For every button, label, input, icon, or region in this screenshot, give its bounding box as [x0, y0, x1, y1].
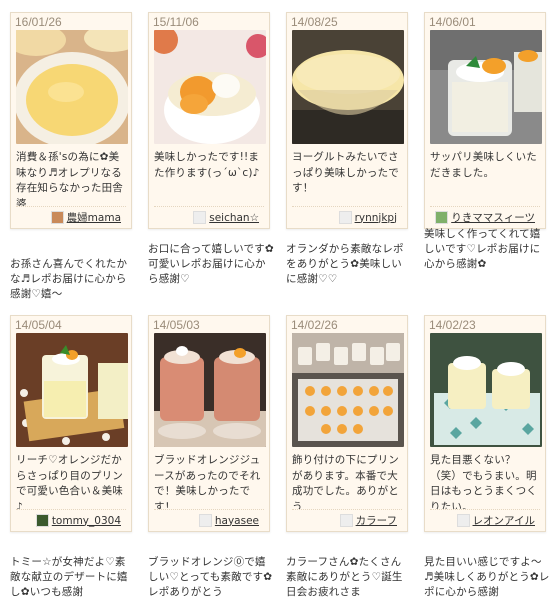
report-card[interactable]: 14/08/25 ヨーグルトみたいでさっぱり美味しかったです！ rynnjkpj [286, 12, 408, 229]
author-reply: ブラッドオレンジ⓪で嬉しい♡とっても素敵です✿レポありがとう [148, 556, 273, 598]
report-date: 14/02/26 [291, 318, 338, 332]
report-card[interactable]: 15/11/06 美味しかったです!!また作ります(っ´ω`c)♪ seicha… [148, 12, 270, 229]
author-link[interactable]: りきママスィーツ [451, 210, 535, 225]
author-reply: カラーフさん✿たくさん素敵にありがとう♡誕生日会お疲れさま [286, 556, 403, 598]
avatar [50, 211, 64, 224]
report-photo[interactable] [430, 333, 542, 447]
report-author[interactable]: カラーフ [292, 509, 402, 531]
avatar [193, 211, 207, 224]
author-link[interactable]: カラーフ [356, 513, 397, 528]
avatar [339, 514, 353, 527]
avatar [338, 211, 352, 224]
avatar [198, 514, 212, 527]
report-date: 14/05/04 [15, 318, 62, 332]
report-photo[interactable] [154, 333, 266, 447]
author-reply: 見た目いい感じですよ～♬美味しくありがとう✿レポに心から感謝 [424, 556, 550, 598]
author-reply: 美味しく作ってくれて嬉しいです♡レポお届けに心から感謝✿ [424, 228, 541, 270]
author-reply: オランダから素敵なレポをありがとう✿美味しいに感謝♡♡ [286, 243, 404, 285]
report-date: 14/06/01 [429, 15, 476, 29]
report-date: 14/08/25 [291, 15, 338, 29]
avatar [435, 211, 449, 224]
report-caption: サッパリ美味しくいただきました。 [430, 151, 537, 179]
report-author[interactable]: hayasee [154, 509, 264, 531]
report-author[interactable]: tommy_0304 [16, 509, 126, 531]
report-photo[interactable] [16, 30, 128, 144]
author-reply: お口に合って嬉しいです✿可愛いレポお届けに心から感謝♡ [148, 243, 274, 285]
report-author[interactable]: レオンアイル [430, 509, 540, 531]
report-date: 14/02/23 [429, 318, 476, 332]
author-link[interactable]: tommy_0304 [52, 515, 121, 527]
avatar [35, 514, 49, 527]
report-caption: ヨーグルトみたいでさっぱり美味しかったです！ [292, 151, 399, 194]
report-card[interactable]: 14/05/04 リーチ♡オレンジだからさっぱり目のプリンで可愛い色合い＆美味♪… [10, 315, 132, 532]
report-caption: 美味しかったです!!また作ります(っ´ω`c)♪ [154, 151, 260, 179]
author-link[interactable]: seichan☆ [209, 212, 259, 224]
report-date: 14/05/03 [153, 318, 200, 332]
author-link[interactable]: rynnjkpj [355, 212, 397, 224]
report-author[interactable]: りきママスィーツ [430, 206, 540, 228]
report-photo[interactable] [292, 333, 404, 447]
report-caption: 飾り付けの下にプリンがあります。本番で大成功でした。ありがとう [292, 454, 399, 509]
report-card[interactable]: 14/05/03 ブラッドオレンジジュースがあったのでそれで！美味しかったです！… [148, 315, 270, 532]
report-caption: ブラッドオレンジジュースがあったのでそれで！美味しかったです！ [154, 454, 261, 509]
author-reply: トミー☆が女神だよ♡素敵な献立のデザートに嬉し✿いつも感謝 [10, 556, 128, 598]
report-photo[interactable] [16, 333, 128, 447]
author-link[interactable]: hayasee [215, 515, 259, 527]
report-author[interactable]: rynnjkpj [292, 206, 402, 228]
report-card[interactable]: 14/02/26 飾り付けの下にプリンがあります。本番で大成功でした。ありがとう… [286, 315, 408, 532]
report-photo[interactable] [430, 30, 542, 144]
report-date: 16/01/26 [15, 15, 62, 29]
report-card[interactable]: 14/02/23 見た目悪くない？（笑）でもうまい。明日はもっとうまくつくりたい… [424, 315, 546, 532]
author-link[interactable]: 農婦mama [67, 210, 121, 225]
report-card[interactable]: 16/01/26 消費＆孫'sの為に✿美味なり♬オレプリなる存在知らなかった田舎… [10, 12, 132, 229]
author-reply: お孫さん喜んでくれたかな♬レポお届けに心から感謝♡嬉～ [10, 258, 128, 300]
report-caption: 消費＆孫'sの為に✿美味なり♬オレプリなる存在知らなかった田舎婆 [16, 151, 123, 206]
report-card[interactable]: 14/06/01 サッパリ美味しくいただきました。 りきママスィーツ [424, 12, 546, 229]
report-caption: 見た目悪くない？（笑）でもうまい。明日はもっとうまくつくりたい。 [430, 454, 537, 509]
report-author[interactable]: seichan☆ [154, 206, 264, 228]
report-caption: リーチ♡オレンジだからさっぱり目のプリンで可愛い色合い＆美味♪ [16, 454, 123, 509]
report-author[interactable]: 農婦mama [16, 206, 126, 228]
report-date: 15/11/06 [153, 15, 199, 29]
report-photo[interactable] [154, 30, 266, 144]
author-link[interactable]: レオンアイル [473, 513, 535, 528]
report-photo[interactable] [292, 30, 404, 144]
avatar [456, 514, 470, 527]
